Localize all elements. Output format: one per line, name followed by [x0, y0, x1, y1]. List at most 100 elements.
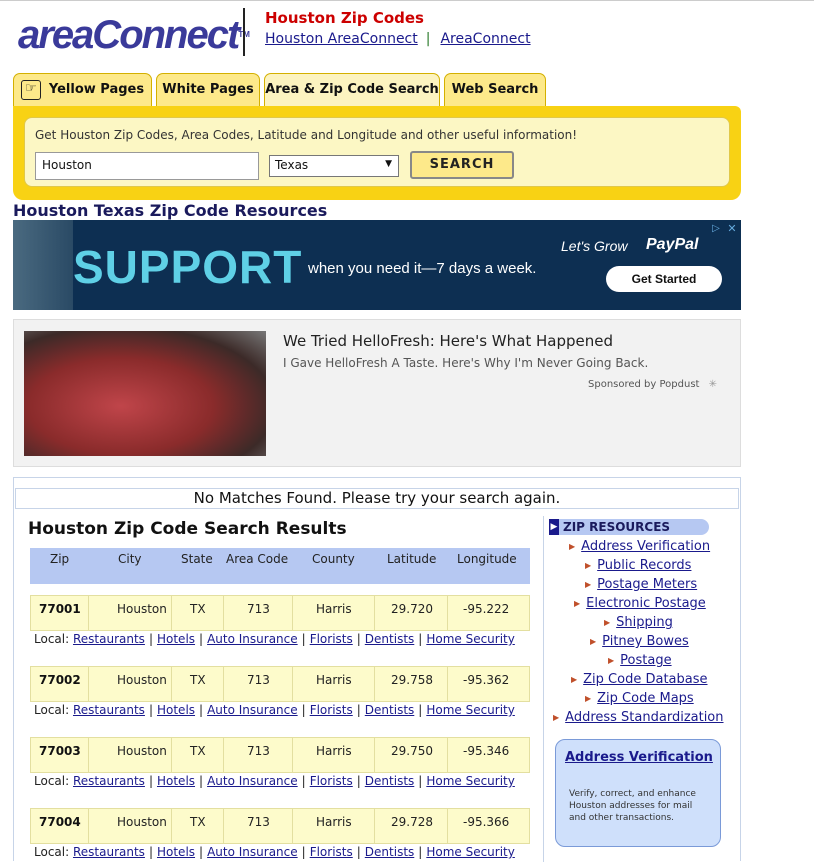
longitude-cell: -95.366: [463, 815, 510, 829]
dentists-link[interactable]: Dentists: [365, 845, 414, 859]
restaurants-link[interactable]: Restaurants: [73, 703, 145, 717]
resource-item[interactable]: ▶ Postage Meters: [585, 577, 697, 592]
auto-insurance-link[interactable]: Auto Insurance: [207, 703, 298, 717]
tab-white-pages[interactable]: White Pages: [156, 73, 260, 107]
cell-divider: [171, 667, 172, 701]
get-started-button[interactable]: Get Started: [606, 266, 722, 292]
zip-code-maps-link[interactable]: Zip Code Maps: [597, 691, 694, 706]
resource-item[interactable]: ▶ Shipping: [604, 615, 673, 630]
ad-headline: SUPPORT: [73, 241, 303, 293]
restaurants-link[interactable]: Restaurants: [73, 774, 145, 788]
electronic-postage-link[interactable]: Electronic Postage: [586, 596, 706, 611]
city-input[interactable]: Houston: [35, 152, 259, 180]
table-row: 77001 Houston TX 713 Harris 29.720 -95.2…: [30, 595, 530, 631]
bullet-icon: ▶: [585, 561, 592, 570]
table-row: 77003 Houston TX 713 Harris 29.750 -95.3…: [30, 737, 530, 773]
cell-divider: [88, 596, 89, 630]
dentists-link[interactable]: Dentists: [365, 774, 414, 788]
restaurants-link[interactable]: Restaurants: [73, 845, 145, 859]
resource-item[interactable]: ▶ Zip Code Database: [571, 672, 708, 687]
resource-item[interactable]: ▶ Postage: [608, 653, 672, 668]
separator: |: [148, 774, 153, 788]
state-select[interactable]: Texas ▼: [269, 155, 399, 177]
resource-item[interactable]: ▶ Electronic Postage: [574, 596, 706, 611]
shipping-link[interactable]: Shipping: [616, 615, 673, 630]
houston-areaconnect-link[interactable]: Houston AreaConnect: [265, 31, 418, 47]
area-code-cell: 713: [247, 602, 270, 616]
resource-item[interactable]: ▶ Zip Code Maps: [585, 691, 694, 706]
address-verification-link[interactable]: Address Verification: [581, 539, 710, 554]
bullet-icon: ▶: [553, 713, 560, 722]
ad-info-icon[interactable]: ▷: [709, 222, 723, 236]
florists-link[interactable]: Florists: [310, 632, 353, 646]
postage-meters-link[interactable]: Postage Meters: [597, 577, 697, 592]
paypal-ad-banner[interactable]: SUPPORT when you need it—7 days a week. …: [13, 220, 741, 310]
zip-code-database-link[interactable]: Zip Code Database: [583, 672, 707, 687]
dentists-link[interactable]: Dentists: [365, 703, 414, 717]
county-cell: Harris: [316, 744, 352, 758]
spinner-icon: ✳: [708, 379, 718, 390]
home-security-link[interactable]: Home Security: [426, 632, 515, 646]
separator: |: [199, 632, 204, 646]
column-header: Area Code: [226, 552, 289, 566]
longitude-cell: -95.346: [463, 744, 510, 758]
hotels-link[interactable]: Hotels: [157, 774, 195, 788]
results-title: Houston Zip Code Search Results: [28, 519, 347, 539]
zip-cell: 77001: [39, 602, 81, 616]
address-standardization-link[interactable]: Address Standardization: [565, 710, 723, 725]
auto-insurance-link[interactable]: Auto Insurance: [207, 845, 298, 859]
auto-insurance-link[interactable]: Auto Insurance: [207, 632, 298, 646]
local-label: Local:: [34, 774, 70, 788]
separator: |: [199, 703, 204, 717]
hotels-link[interactable]: Hotels: [157, 703, 195, 717]
column-header: Longitude: [457, 552, 517, 566]
close-icon[interactable]: ✕: [725, 222, 739, 236]
tab-label: White Pages: [162, 82, 254, 97]
address-verification-box[interactable]: Address Verification Verify, correct, an…: [555, 739, 721, 847]
resource-item[interactable]: ▶ Public Records: [585, 558, 691, 573]
header-links: Houston AreaConnect | AreaConnect: [265, 31, 531, 47]
sponsor-text: Sponsored by Popdust: [588, 379, 700, 390]
state-cell: TX: [190, 744, 206, 758]
auto-insurance-link[interactable]: Auto Insurance: [207, 774, 298, 788]
sidebar-divider: [543, 516, 544, 862]
tab-label: Yellow Pages: [48, 82, 145, 97]
resource-item[interactable]: ▶ Address Standardization: [553, 710, 724, 725]
bullet-icon: ▶: [571, 675, 578, 684]
resource-item[interactable]: ▶ Pitney Bowes: [590, 634, 689, 649]
areaconnect-logo[interactable]: areaConnectTM: [18, 10, 250, 60]
home-security-link[interactable]: Home Security: [426, 703, 515, 717]
area-code-cell: 713: [247, 815, 270, 829]
county-cell: Harris: [316, 673, 352, 687]
florists-link[interactable]: Florists: [310, 845, 353, 859]
resource-item[interactable]: ▶ Address Verification: [569, 539, 710, 554]
pitney-bowes-link[interactable]: Pitney Bowes: [602, 634, 689, 649]
tab-area-zip-search[interactable]: Area & Zip Code Search: [264, 73, 440, 107]
home-security-link[interactable]: Home Security: [426, 774, 515, 788]
cell-divider: [374, 809, 375, 843]
home-security-link[interactable]: Home Security: [426, 845, 515, 859]
cell-divider: [223, 667, 224, 701]
tab-web-search[interactable]: Web Search: [444, 73, 546, 107]
postage-link[interactable]: Postage: [620, 653, 671, 668]
florists-link[interactable]: Florists: [310, 703, 353, 717]
native-ad-title[interactable]: We Tried HelloFresh: Here's What Happene…: [283, 332, 613, 350]
cell-divider: [171, 738, 172, 772]
hotels-link[interactable]: Hotels: [157, 845, 195, 859]
areaconnect-link[interactable]: AreaConnect: [440, 31, 530, 47]
native-ad[interactable]: We Tried HelloFresh: Here's What Happene…: [13, 319, 741, 467]
public-records-link[interactable]: Public Records: [597, 558, 691, 573]
dentists-link[interactable]: Dentists: [365, 632, 414, 646]
cell-divider: [88, 738, 89, 772]
hotels-link[interactable]: Hotels: [157, 632, 195, 646]
tab-yellow-pages[interactable]: ☞ Yellow Pages: [13, 73, 152, 107]
address-verification-title[interactable]: Address Verification: [565, 750, 713, 766]
florists-link[interactable]: Florists: [310, 774, 353, 788]
search-button[interactable]: SEARCH: [410, 151, 514, 179]
zip-resources-label: ZIP RESOURCES: [563, 520, 671, 534]
ad-food-image[interactable]: [24, 331, 266, 456]
restaurants-link[interactable]: Restaurants: [73, 632, 145, 646]
bullet-icon: ▶: [585, 580, 592, 589]
separator: |: [418, 632, 423, 646]
column-header: County: [312, 552, 355, 566]
